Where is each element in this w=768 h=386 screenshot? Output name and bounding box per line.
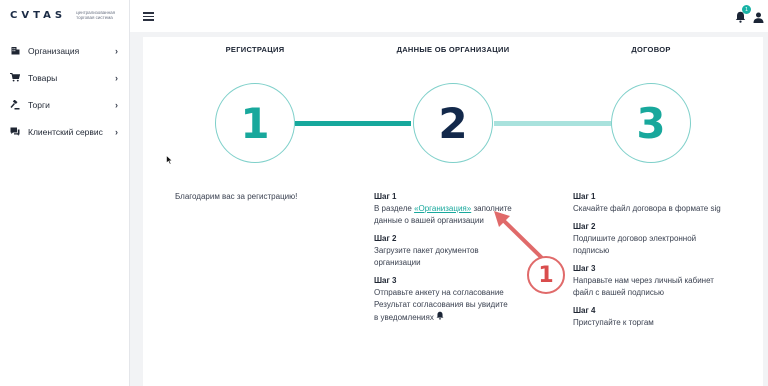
logo-subtitle: централизованная торговая система (76, 10, 116, 20)
topbar: 1 (130, 0, 768, 32)
sidebar-item-organization[interactable]: Организация › (0, 37, 130, 64)
chevron-right-icon: › (115, 99, 118, 110)
chevron-right-icon: › (115, 72, 118, 83)
step-circle-1: 1 (215, 83, 295, 163)
notification-badge: 1 (742, 5, 751, 14)
sidebar-item-label: Клиентский сервис (28, 126, 103, 137)
step-heading: Шаг 3 (573, 264, 596, 273)
step-text: В разделе «Организация» заполните данные… (374, 203, 514, 227)
chat-icon (10, 127, 20, 137)
building-icon (10, 46, 20, 56)
step-text: Приступайте к торгам (573, 318, 654, 327)
step-circle-2: 2 (413, 83, 493, 163)
step-title-organization-data: ДАННЫЕ ОБ ОРГАНИЗАЦИИ (396, 45, 510, 54)
sidebar-nav: Организация › Товары › Торги › Клиентски… (0, 37, 130, 145)
step-text-notice: Результат согласования вы увидите в увед… (374, 299, 514, 324)
step-circle-3: 3 (611, 83, 691, 163)
logo[interactable]: CVTAS централизованная торговая система (10, 8, 116, 22)
step-heading: Шаг 2 (573, 222, 596, 231)
chevron-right-icon: › (115, 45, 118, 56)
step-heading: Шаг 1 (573, 192, 596, 201)
sidebar-item-products[interactable]: Товары › (0, 64, 130, 91)
menu-icon[interactable] (143, 12, 154, 21)
step-heading: Шаг 3 (374, 276, 397, 285)
cart-icon (10, 73, 20, 83)
registration-steps-card: РЕГИСТРАЦИЯ ДАННЫЕ ОБ ОРГАНИЗАЦИИ ДОГОВО… (143, 37, 763, 386)
progress-line-completed (295, 121, 411, 126)
step-text: Загрузите пакет документов организации (374, 246, 479, 267)
thanks-text: Благодарим вас за регистрацию! (175, 192, 298, 201)
annotation-marker: 1 (527, 256, 565, 294)
step-text: Отправьте анкету на согласование (374, 288, 504, 297)
bell-icon (436, 311, 444, 322)
user-icon[interactable] (753, 10, 765, 23)
step-text: Скачайте файл договора в формате sig (573, 204, 721, 213)
sidebar-item-label: Организация (28, 45, 80, 56)
sidebar: CVTAS централизованная торговая система … (0, 0, 130, 386)
step-title-registration: РЕГИСТРАЦИЯ (225, 45, 285, 54)
step-heading: Шаг 1 (374, 192, 397, 201)
col-registration: Благодарим вас за регистрацию! (175, 191, 345, 203)
step-title-contract: ДОГОВОР (631, 45, 671, 54)
step-heading: Шаг 4 (573, 306, 596, 315)
sidebar-item-label: Товары (28, 72, 58, 83)
chevron-right-icon: › (115, 126, 118, 137)
sidebar-item-client-service[interactable]: Клиентский сервис › (0, 118, 130, 145)
organization-link[interactable]: «Организация» (414, 204, 471, 213)
progress-line-pending (494, 121, 611, 126)
step-text: Направьте нам через личный кабинет файл … (573, 276, 714, 297)
step-heading: Шаг 2 (374, 234, 397, 243)
sidebar-item-auctions[interactable]: Торги › (0, 91, 130, 118)
mouse-cursor-icon (166, 155, 173, 165)
logo-text: CVTAS (10, 9, 67, 21)
step-text: Подпишите договор электронной подписью (573, 234, 697, 255)
col-contract-steps: Шаг 1 Скачайте файл договора в формате s… (573, 191, 723, 329)
col-organization-steps: Шаг 1 В разделе «Организация» заполните … (374, 191, 514, 324)
sidebar-item-label: Торги (28, 99, 50, 110)
gavel-icon (10, 99, 20, 110)
step-text-prefix: В разделе (374, 204, 415, 213)
